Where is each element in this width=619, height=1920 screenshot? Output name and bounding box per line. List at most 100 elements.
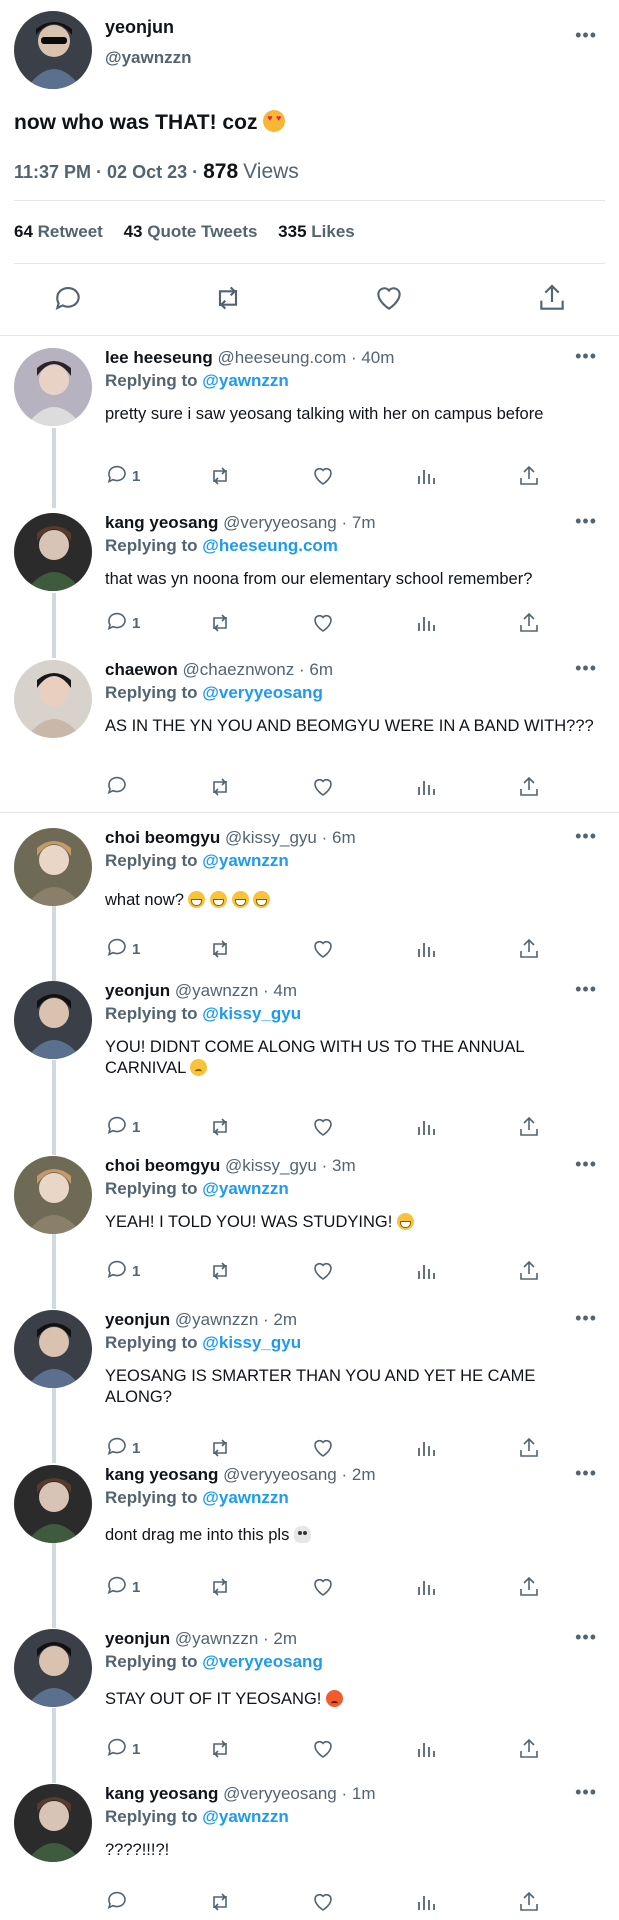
retweet-icon[interactable] — [212, 282, 244, 314]
author-name[interactable]: choi beomgyu — [105, 828, 220, 847]
reply-button[interactable]: 1 — [105, 1435, 140, 1461]
reply-button[interactable]: 1 — [105, 1114, 140, 1140]
reply-icon[interactable] — [105, 935, 129, 963]
reply-time[interactable]: · 3m — [322, 1156, 356, 1175]
reply-time[interactable]: · 40m — [351, 348, 394, 367]
more-options-icon[interactable]: ••• — [575, 1628, 597, 1646]
reply-tweet[interactable]: yeonjun @yawnzzn · 2m ••• Replying to @v… — [0, 1628, 619, 1766]
reply-button[interactable] — [105, 774, 132, 800]
reply-tweet[interactable]: yeonjun @yawnzzn · 4m ••• Replying to @k… — [0, 980, 619, 1144]
more-options-icon[interactable]: ••• — [575, 1309, 597, 1327]
retweet-icon[interactable] — [208, 1889, 232, 1915]
reply-time[interactable]: · 7m — [342, 513, 376, 532]
retweet-icon[interactable] — [208, 1574, 232, 1600]
retweet-icon[interactable] — [208, 774, 232, 800]
avatar[interactable] — [14, 1629, 92, 1707]
mention-link[interactable]: @yawnzzn — [202, 1179, 288, 1198]
reply-tweet[interactable]: chaewon @chaeznwonz · 6m ••• Replying to… — [0, 659, 619, 804]
author-name[interactable]: yeonjun — [105, 981, 170, 1000]
analytics-icon[interactable] — [414, 1889, 438, 1915]
avatar[interactable] — [14, 1465, 92, 1543]
retweet-icon[interactable] — [208, 1435, 232, 1461]
retweet-icon[interactable] — [208, 610, 232, 636]
reply-icon[interactable] — [52, 282, 84, 314]
analytics-icon[interactable] — [414, 1736, 438, 1762]
reply-button[interactable]: 1 — [105, 1736, 140, 1762]
like-icon[interactable] — [373, 282, 405, 314]
avatar[interactable] — [14, 348, 92, 426]
reply-button[interactable]: 1 — [105, 463, 140, 489]
author-handle[interactable]: @heeseung.com — [217, 348, 346, 367]
reply-tweet[interactable]: kang yeosang @veryyeosang · 7m ••• Reply… — [0, 512, 619, 640]
author-handle[interactable]: @veryyeosang — [223, 1465, 337, 1484]
reply-icon[interactable] — [105, 1888, 129, 1916]
mention-link[interactable]: @veryyeosang — [202, 683, 323, 702]
share-icon[interactable] — [536, 282, 568, 314]
author-handle[interactable]: @yawnzzn — [175, 1629, 258, 1648]
mention-link[interactable]: @kissy_gyu — [202, 1004, 301, 1023]
reply-icon[interactable] — [105, 1257, 129, 1285]
reply-tweet[interactable]: lee heeseung @heeseung.com · 40m ••• Rep… — [0, 347, 619, 493]
author-handle[interactable]: @veryyeosang — [223, 1784, 337, 1803]
analytics-icon[interactable] — [414, 610, 438, 636]
retweet-icon[interactable] — [208, 463, 232, 489]
mention-link[interactable]: @yawnzzn — [202, 1488, 288, 1507]
reply-icon[interactable] — [105, 1573, 129, 1601]
reply-tweet[interactable]: choi beomgyu @kissy_gyu · 6m ••• Replyin… — [0, 827, 619, 966]
more-options-icon[interactable]: ••• — [575, 26, 597, 44]
analytics-icon[interactable] — [414, 1435, 438, 1461]
share-icon[interactable] — [517, 1736, 541, 1762]
author-handle[interactable]: @veryyeosang — [223, 513, 337, 532]
like-icon[interactable] — [311, 1889, 335, 1915]
more-options-icon[interactable]: ••• — [575, 1464, 597, 1482]
like-icon[interactable] — [311, 1736, 335, 1762]
more-options-icon[interactable]: ••• — [575, 347, 597, 365]
share-icon[interactable] — [517, 1114, 541, 1140]
reply-time[interactable]: · 6m — [322, 828, 356, 847]
analytics-icon[interactable] — [414, 936, 438, 962]
reply-icon[interactable] — [105, 609, 129, 637]
analytics-icon[interactable] — [414, 1258, 438, 1284]
mention-link[interactable]: @yawnzzn — [202, 1807, 288, 1826]
quote-label[interactable]: Quote Tweets — [147, 222, 257, 241]
analytics-icon[interactable] — [414, 1574, 438, 1600]
analytics-icon[interactable] — [414, 774, 438, 800]
reply-tweet[interactable]: yeonjun @yawnzzn · 2m ••• Replying to @k… — [0, 1309, 619, 1465]
avatar[interactable] — [14, 1156, 92, 1234]
reply-icon[interactable] — [105, 1735, 129, 1763]
like-icon[interactable] — [311, 1435, 335, 1461]
share-icon[interactable] — [517, 774, 541, 800]
like-icon[interactable] — [311, 610, 335, 636]
avatar[interactable] — [14, 1784, 92, 1862]
like-icon[interactable] — [311, 1574, 335, 1600]
like-icon[interactable] — [311, 463, 335, 489]
analytics-icon[interactable] — [414, 1114, 438, 1140]
avatar[interactable] — [14, 513, 92, 591]
mention-link[interactable]: @yawnzzn — [202, 371, 288, 390]
author-name[interactable]: choi beomgyu — [105, 1156, 220, 1175]
author-handle[interactable]: @kissy_gyu — [225, 828, 317, 847]
reply-icon[interactable] — [105, 462, 129, 490]
more-options-icon[interactable]: ••• — [575, 1155, 597, 1173]
author-name[interactable]: kang yeosang — [105, 513, 218, 532]
reply-icon[interactable] — [105, 1434, 129, 1462]
mention-link[interactable]: @yawnzzn — [202, 851, 288, 870]
author-handle[interactable]: @yawnzzn — [175, 1310, 258, 1329]
likes-label[interactable]: Likes — [311, 222, 354, 241]
avatar[interactable] — [14, 828, 92, 906]
reply-time[interactable]: · 2m — [263, 1629, 297, 1648]
mention-link[interactable]: @veryyeosang — [202, 1652, 323, 1671]
author-name[interactable]: kang yeosang — [105, 1784, 218, 1803]
reply-tweet[interactable]: kang yeosang @veryyeosang · 2m ••• Reply… — [0, 1464, 619, 1604]
author-handle[interactable]: @yawnzzn — [105, 48, 191, 68]
reply-time[interactable]: · 1m — [342, 1784, 376, 1803]
likes-count[interactable]: 335 — [278, 222, 306, 241]
avatar[interactable] — [14, 1310, 92, 1388]
retweet-icon[interactable] — [208, 936, 232, 962]
reply-time[interactable]: · 2m — [342, 1465, 376, 1484]
more-options-icon[interactable]: ••• — [575, 980, 597, 998]
reply-time[interactable]: · 4m — [263, 981, 297, 1000]
more-options-icon[interactable]: ••• — [575, 1783, 597, 1801]
author-name[interactable]: yeonjun — [105, 1310, 170, 1329]
avatar[interactable] — [14, 660, 92, 738]
